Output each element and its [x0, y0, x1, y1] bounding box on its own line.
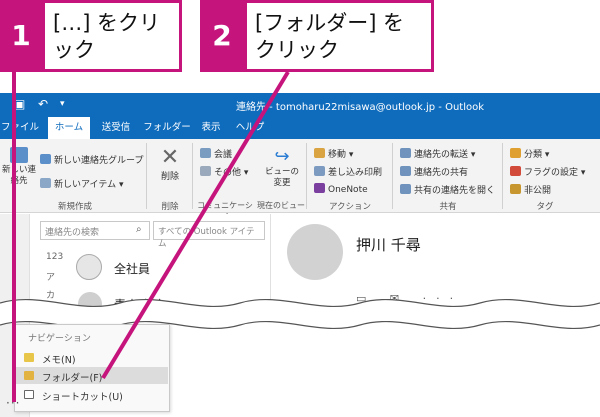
delete-label: 削除: [160, 172, 179, 182]
mail-merge-button[interactable]: 差し込み印刷: [314, 165, 382, 178]
mail-merge-icon: [314, 166, 325, 176]
callout-number-2: 2: [200, 0, 244, 72]
share-contacts-label: 連絡先の共有: [414, 168, 469, 178]
delete-button[interactable]: ✕ 削除: [156, 145, 184, 183]
group-label-current-view: 現在のビュー: [257, 201, 305, 210]
tab-file[interactable]: ファイル: [0, 117, 40, 139]
shortcut-icon: [24, 390, 34, 399]
index-123[interactable]: 123: [46, 252, 63, 262]
notes-icon: [24, 353, 34, 362]
contact-detail-name: 押川 千尋: [356, 236, 421, 254]
group-label-delete: 削除: [161, 202, 179, 212]
move-label: 移動: [328, 150, 347, 160]
new-contact-label: 新しい連絡先: [2, 165, 37, 186]
forward-contact-label: 連絡先の転送: [414, 150, 469, 160]
flag-icon: [510, 166, 521, 176]
more-icon: [200, 166, 211, 176]
categorize-label: 分類: [524, 150, 543, 160]
callout-text-2-line1: [フォルダー] を: [255, 11, 405, 35]
change-view-icon: ↪: [274, 146, 290, 167]
menu-item-folders[interactable]: フォルダー(F): [16, 367, 168, 384]
ribbon: 新しい連絡先 新しい連絡先グループ 新しいアイテム ▾ 新規作成 ✕ 削除 削除…: [0, 139, 600, 221]
private-label: 非公開: [524, 186, 552, 196]
share-contacts-icon: [400, 166, 411, 176]
onenote-label: OneNote: [328, 185, 368, 195]
callout-text-1-line2: ック: [53, 38, 95, 62]
onenote-icon: [314, 183, 325, 193]
share-contacts-button[interactable]: 連絡先の共有: [400, 165, 468, 178]
menu-item-label: メモ(N): [42, 355, 76, 366]
contact-name[interactable]: 全社員: [114, 260, 150, 277]
mail-merge-label: 差し込み印刷: [328, 168, 383, 178]
follow-up-button[interactable]: フラグの設定 ▾: [510, 165, 585, 178]
new-contact-group-button[interactable]: 新しい連絡先グループ: [40, 153, 143, 166]
new-contact-button[interactable]: 新しい連絡先: [2, 147, 36, 187]
more-button[interactable]: その他 ▾: [200, 165, 248, 178]
search-icon[interactable]: ⌕: [136, 224, 142, 235]
callout-number-1: 1: [0, 0, 42, 72]
tab-send-receive[interactable]: 送受信: [94, 117, 138, 139]
new-items-label: 新しいアイテム: [54, 180, 117, 190]
folder-icon: [24, 371, 34, 380]
change-view-button[interactable]: ↪ ビューの変更: [264, 147, 300, 189]
contact-card-icon: [10, 147, 28, 163]
tab-view[interactable]: 表示: [196, 117, 226, 139]
group-label-share: 共有: [439, 202, 457, 212]
open-shared-icon: [400, 184, 411, 194]
callout-box-1: […] をクリ ック: [42, 0, 182, 72]
menu-item-label: ショートカット(U): [42, 392, 123, 403]
new-items-button[interactable]: 新しいアイテム ▾: [40, 177, 124, 190]
ribbon-separator: [502, 143, 503, 209]
contact-search-input[interactable]: 連絡先の検索: [40, 221, 150, 240]
navigation-menu-title: ナビゲーション: [28, 334, 91, 344]
window-title: 連絡先 - tomoharu22misawa@outlook.jp - Outl…: [235, 102, 485, 113]
move-icon: [314, 148, 325, 158]
forward-contact-button[interactable]: 連絡先の転送 ▾: [400, 147, 475, 160]
group-label-actions: アクション: [328, 202, 372, 212]
meeting-label: 会議: [214, 150, 233, 160]
follow-up-label: フラグの設定: [524, 168, 579, 178]
callout-box-2: [フォルダー] を クリック: [244, 0, 434, 72]
meeting-icon: [200, 148, 211, 158]
search-scope-select[interactable]: すべての Outlook アイテム: [153, 221, 265, 249]
move-button[interactable]: 移動 ▾: [314, 147, 353, 160]
new-group-label: 新しい連絡先グループ: [54, 156, 144, 166]
group-icon: [40, 154, 51, 164]
meeting-button[interactable]: 会議: [200, 147, 232, 160]
group-label-tags: タグ: [536, 202, 554, 212]
menu-item-notes[interactable]: メモ(N): [16, 349, 168, 366]
tab-folder[interactable]: フォルダー: [142, 117, 192, 139]
ribbon-tabs: ファイル ホーム 送受信 フォルダー 表示 ヘルプ: [0, 117, 600, 139]
callout-text-2-line2: クリック: [255, 38, 339, 62]
ribbon-separator: [392, 143, 393, 209]
ribbon-separator: [306, 143, 307, 209]
tab-help[interactable]: ヘルプ: [230, 117, 270, 139]
forward-contact-icon: [400, 148, 411, 158]
tab-home[interactable]: ホーム: [48, 117, 90, 139]
group-label-new: 新規作成: [57, 202, 92, 212]
ribbon-separator: [146, 143, 147, 209]
open-shared-contacts-button[interactable]: 共有の連絡先を開く: [400, 183, 495, 196]
private-button[interactable]: 非公開: [510, 183, 551, 196]
ribbon-separator: [192, 143, 193, 209]
group-contact-icon: [76, 254, 102, 280]
menu-item-shortcuts[interactable]: ショートカット(U): [16, 386, 168, 403]
more-options-icon[interactable]: ···: [6, 396, 20, 410]
index-a[interactable]: ア: [46, 270, 55, 283]
title-bar: ▣ ↶ ▾ 連絡先 - tomoharu22misawa@outlook.jp …: [0, 93, 600, 117]
lock-icon: [510, 184, 521, 194]
delete-x-icon: ✕: [160, 145, 180, 170]
categorize-button[interactable]: 分類 ▾: [510, 147, 549, 160]
open-shared-label: 共有の連絡先を開く: [414, 186, 496, 196]
callout-text-1-line1: […] をクリ: [53, 11, 161, 35]
categorize-icon: [510, 148, 521, 158]
new-items-icon: [40, 178, 51, 188]
more-label: その他: [214, 168, 242, 178]
change-view-label: ビューの変更: [264, 167, 299, 188]
contact-avatar: [287, 224, 343, 280]
onenote-button[interactable]: OneNote: [314, 183, 368, 195]
menu-item-label: フォルダー(F): [42, 373, 103, 384]
